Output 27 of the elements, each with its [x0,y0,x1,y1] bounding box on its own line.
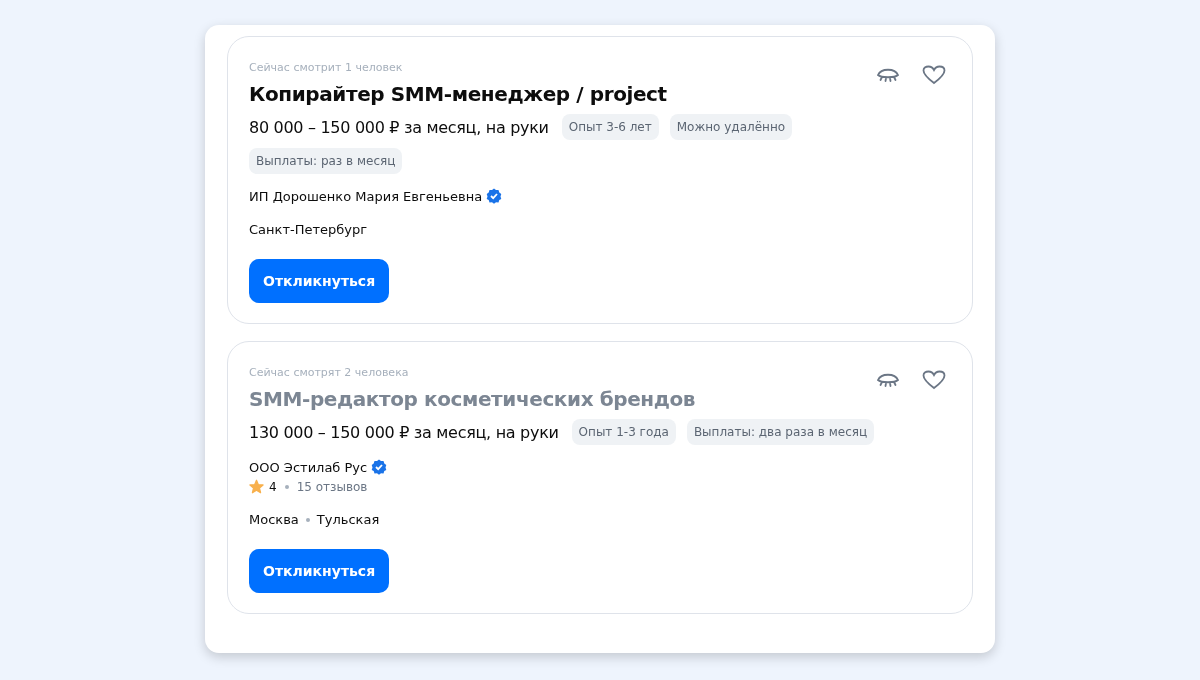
reviews-link[interactable]: 15 отзывов [296,479,368,494]
separator-dot [284,484,289,489]
eye-closed-icon[interactable] [876,371,900,389]
heart-icon[interactable] [922,65,946,85]
rating-value: 4 [269,479,277,494]
viewers-count: Сейчас смотрят 2 человека [249,366,410,379]
heart-icon[interactable] [922,370,946,390]
vacancy-title[interactable]: SMM-редактор косметических брендов [249,387,951,411]
salary-text: 80 000 – 150 000 ₽ за месяц, на руки [249,117,549,137]
salary-text: 130 000 – 150 000 ₽ за месяц, на руки [249,422,559,442]
separator-dot [305,517,310,522]
metro-station: Тульская [316,512,380,527]
vacancy-title[interactable]: Копирайтер SMM-менеджер / project [249,82,951,106]
respond-button[interactable]: Откликнуться [249,259,390,303]
viewers-count: Сейчас смотрит 1 человек [249,61,404,74]
info-tag: Опыт 1-3 года [571,419,676,445]
star-icon [249,479,264,494]
location-text: Москва [249,512,299,527]
eye-closed-icon[interactable] [876,66,900,84]
respond-button[interactable]: Откликнуться [249,549,390,593]
info-tag: Выплаты: два раза в месяц [686,419,875,445]
location-text: Санкт-Петербург [249,222,368,237]
info-tag: Можно удалённо [669,114,793,140]
company-name[interactable]: ИП Дорошенко Мария Евгеньевна [249,188,483,204]
company-name[interactable]: ООО Эстилаб Рус [249,459,368,475]
info-tag: Опыт 3-6 лет [561,114,659,140]
info-tag: Выплаты: раз в месяц [249,148,403,174]
